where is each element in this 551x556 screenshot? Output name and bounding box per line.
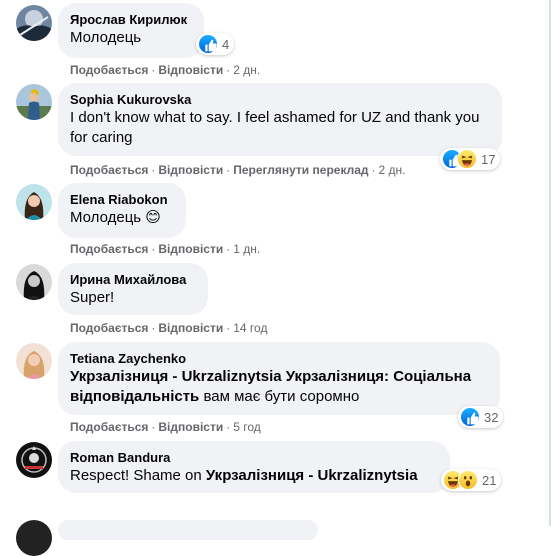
separator: · [226,321,231,335]
avatar-photo [16,5,52,41]
comment-text-content: вам має бути соромно [199,388,360,405]
comment-bubble: Roman Bandura Respect! Shame on Укрзаліз… [58,441,450,493]
comment-bubble: Ярослав Кирилюк Молодець [58,3,204,58]
avatar[interactable] [16,5,52,41]
comment-text: Молодець [70,29,142,46]
timestamp[interactable]: 2 дн. [233,63,260,77]
comment-text: I don't know what to say. I feel ashamed… [70,109,480,146]
comment-author[interactable]: Ирина Михайлова [70,271,196,288]
like-link[interactable]: Подобається [70,321,148,335]
comment-bubble: Elena Riabokon Молодець 😊 [58,183,186,238]
avatar[interactable] [16,84,52,120]
comment-author[interactable]: Sophia Kukurovska [70,91,490,108]
comment-bubble [58,520,318,540]
comment-actions: Подобається · Відповісти · Переглянути перек… [70,162,406,178]
avatar-photo [16,84,52,120]
reaction-count: 21 [482,472,497,488]
reaction-summary[interactable]: 21 [441,469,502,491]
comment-author[interactable]: Roman Bandura [70,449,438,466]
separator: · [151,242,156,256]
like-reaction-icon [198,34,218,54]
avatar-photo [16,343,52,379]
page-mention[interactable]: Укрзалізниця - Ukrzaliznytsia [206,467,418,484]
like-reaction-icon [460,407,480,427]
reaction-count: 17 [481,151,496,167]
comment-text: Super! [70,289,115,306]
comment-author[interactable]: Ярослав Кирилюк [70,11,192,28]
comment-text: Respect! Shame on Укрзалізниця - Ukrzali… [70,466,438,486]
separator: · [226,242,231,256]
comment-bubble: Ирина Михайлова Super! [58,263,208,315]
comment-text: Укрзалізниця - Ukrzaliznytsia Укрзалізни… [70,367,488,407]
haha-reaction-icon [457,149,477,169]
avatar[interactable] [16,264,52,300]
comment-bubble: Tetiana Zaychenko Укрзалізниця - Ukrzali… [58,342,500,415]
comment-bubble: Sophia Kukurovska I don't know what to s… [58,83,502,156]
timestamp[interactable]: 14 год [233,321,267,335]
avatar-photo [16,264,52,300]
reaction-summary[interactable]: 17 [440,148,501,170]
see-translation-link[interactable]: Переглянути переклад [233,163,368,177]
separator: · [226,420,231,434]
timestamp[interactable]: 5 год [233,420,261,434]
comment-text-content: Молодець [70,209,142,226]
reaction-count: 4 [222,36,230,52]
comment-text: Молодець 😊 [70,208,174,228]
separator: · [371,163,376,177]
separator: · [151,420,156,434]
reply-link[interactable]: Відповісти [158,321,223,335]
separator: · [226,163,231,177]
like-link[interactable]: Подобається [70,63,148,77]
avatar-photo [16,442,52,478]
comment-author[interactable]: Tetiana Zaychenko [70,350,488,367]
timestamp[interactable]: 1 дн. [233,242,260,256]
comment-actions: Подобається · Відповісти · 14 год [70,320,267,336]
like-link[interactable]: Подобається [70,420,148,434]
avatar[interactable] [16,442,52,478]
reply-link[interactable]: Відповісти [158,420,223,434]
reply-link[interactable]: Відповісти [158,163,223,177]
like-link[interactable]: Подобається [70,242,148,256]
comment-actions: Подобається · Відповісти · 5 год [70,419,261,435]
separator: · [151,63,156,77]
avatar[interactable] [16,520,52,556]
comment-actions: Подобається · Відповісти · 1 дн. [70,241,260,257]
separator: · [151,163,156,177]
reaction-summary[interactable]: 32 [458,406,504,428]
timestamp[interactable]: 2 дн. [379,163,406,177]
reaction-summary[interactable]: 4 [196,33,235,55]
comment-author[interactable]: Elena Riabokon [70,191,174,208]
comment-text-content: Respect! Shame on [70,467,206,484]
separator: · [151,321,156,335]
reply-link[interactable]: Відповісти [158,242,223,256]
page-mention[interactable]: Укрзалізниця - Ukrzaliznytsia [70,368,282,385]
comment-actions: Подобається · Відповісти · 2 дн. [70,62,260,78]
reply-link[interactable]: Відповісти [158,63,223,77]
avatar-photo [16,184,52,220]
avatar[interactable] [16,184,52,220]
avatar[interactable] [16,343,52,379]
wow-reaction-icon [458,470,478,490]
reaction-count: 32 [484,409,499,425]
separator: · [226,63,231,77]
like-link[interactable]: Подобається [70,163,148,177]
smile-emoji: 😊 [145,209,161,226]
